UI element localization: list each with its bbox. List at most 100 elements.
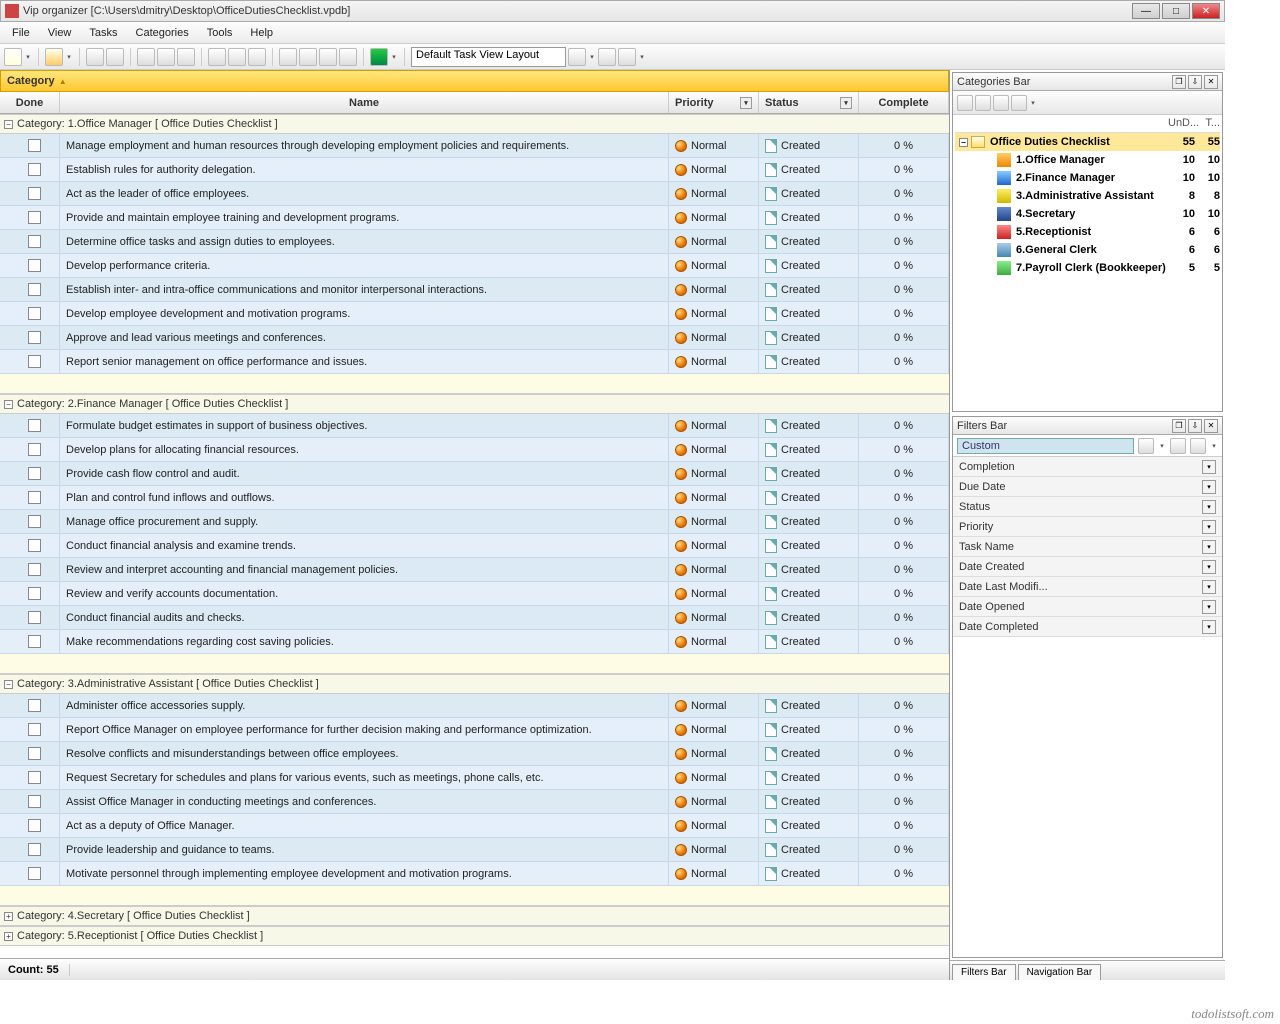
task-row[interactable]: Conduct financial audits and checks.Norm…: [0, 606, 949, 630]
panel-restore-icon[interactable]: ❐: [1172, 419, 1186, 433]
group-header[interactable]: +Category: 4.Secretary [ Office Duties C…: [0, 906, 949, 926]
dropdown-icon[interactable]: ▾: [1158, 437, 1166, 455]
task-row[interactable]: Approve and lead various meetings and co…: [0, 326, 949, 350]
tree-node[interactable]: 6.General Clerk66: [955, 241, 1220, 259]
toolbar-paste-icon[interactable]: [248, 48, 266, 66]
filter-dropdown-icon[interactable]: ▾: [840, 97, 852, 109]
column-status[interactable]: Status▾: [759, 92, 859, 113]
category-tree[interactable]: UnD...T...−Office Duties Checklist55551.…: [953, 115, 1222, 279]
done-checkbox[interactable]: [28, 187, 41, 200]
done-checkbox[interactable]: [28, 355, 41, 368]
task-row[interactable]: Provide leadership and guidance to teams…: [0, 838, 949, 862]
collapse-icon[interactable]: −: [4, 120, 13, 129]
done-checkbox[interactable]: [28, 699, 41, 712]
done-checkbox[interactable]: [28, 163, 41, 176]
task-row[interactable]: Provide and maintain employee training a…: [0, 206, 949, 230]
done-checkbox[interactable]: [28, 843, 41, 856]
column-name[interactable]: Name: [60, 92, 669, 113]
done-checkbox[interactable]: [28, 419, 41, 432]
done-checkbox[interactable]: [28, 235, 41, 248]
done-checkbox[interactable]: [28, 563, 41, 576]
done-checkbox[interactable]: [28, 515, 41, 528]
filter-dropdown-icon[interactable]: ▾: [1202, 580, 1216, 594]
done-checkbox[interactable]: [28, 771, 41, 784]
done-checkbox[interactable]: [28, 491, 41, 504]
collapse-icon[interactable]: −: [959, 138, 968, 147]
filter-row[interactable]: Task Name▾: [953, 537, 1222, 557]
dropdown-icon[interactable]: ▾: [390, 48, 398, 66]
group-header[interactable]: +Category: 5.Receptionist [ Office Dutie…: [0, 926, 949, 946]
toolbar-flag-icon[interactable]: [370, 48, 388, 66]
done-checkbox[interactable]: [28, 467, 41, 480]
toolbar-task-icon[interactable]: [137, 48, 155, 66]
collapse-icon[interactable]: −: [4, 680, 13, 689]
task-row[interactable]: Establish rules for authority delegation…: [0, 158, 949, 182]
collapse-icon[interactable]: −: [4, 400, 13, 409]
task-row[interactable]: Motivate personnel through implementing …: [0, 862, 949, 886]
filter-dropdown-icon[interactable]: ▾: [1202, 520, 1216, 534]
filter-row[interactable]: Date Opened▾: [953, 597, 1222, 617]
task-row[interactable]: Review and interpret accounting and fina…: [0, 558, 949, 582]
filter-dropdown-icon[interactable]: ▾: [1202, 540, 1216, 554]
category-group-header[interactable]: Category ▲: [0, 70, 949, 92]
panel-close-icon[interactable]: ✕: [1204, 75, 1218, 89]
dropdown-icon[interactable]: ▾: [588, 48, 596, 66]
grid-body[interactable]: −Category: 1.Office Manager [ Office Dut…: [0, 114, 949, 958]
task-row[interactable]: Develop employee development and motivat…: [0, 302, 949, 326]
menu-categories[interactable]: Categories: [128, 25, 197, 41]
task-row[interactable]: Resolve conflicts and misunderstandings …: [0, 742, 949, 766]
filter-dropdown-icon[interactable]: ▾: [1202, 620, 1216, 634]
filter-dropdown-icon[interactable]: ▾: [740, 97, 752, 109]
done-checkbox[interactable]: [28, 443, 41, 456]
done-checkbox[interactable]: [28, 587, 41, 600]
tree-node[interactable]: 7.Payroll Clerk (Bookkeeper)55: [955, 259, 1220, 277]
column-done[interactable]: Done: [0, 92, 60, 113]
tree-node[interactable]: 2.Finance Manager1010: [955, 169, 1220, 187]
task-row[interactable]: Manage office procurement and supply.Nor…: [0, 510, 949, 534]
task-row[interactable]: Develop performance criteria.NormalCreat…: [0, 254, 949, 278]
filter-row[interactable]: Date Last Modifi...▾: [953, 577, 1222, 597]
close-button[interactable]: ✕: [1192, 3, 1220, 19]
filter-dropdown-icon[interactable]: ▾: [1202, 600, 1216, 614]
done-checkbox[interactable]: [28, 747, 41, 760]
tree-node[interactable]: 1.Office Manager1010: [955, 151, 1220, 169]
filter-dropdown-icon[interactable]: ▾: [1202, 460, 1216, 474]
done-checkbox[interactable]: [28, 723, 41, 736]
dropdown-icon[interactable]: ▾: [24, 48, 32, 66]
toolbar-save-layout-icon[interactable]: [568, 48, 586, 66]
filter-dropdown-icon[interactable]: ▾: [1202, 500, 1216, 514]
menu-help[interactable]: Help: [242, 25, 281, 41]
done-checkbox[interactable]: [28, 819, 41, 832]
dropdown-icon[interactable]: ▾: [1029, 94, 1037, 112]
cat-edit-icon[interactable]: [975, 95, 991, 111]
group-header[interactable]: −Category: 1.Office Manager [ Office Dut…: [0, 114, 949, 134]
filter-row[interactable]: Completion▾: [953, 457, 1222, 477]
done-checkbox[interactable]: [28, 211, 41, 224]
filter-row[interactable]: Date Created▾: [953, 557, 1222, 577]
filter-row[interactable]: Priority▾: [953, 517, 1222, 537]
tree-node[interactable]: 4.Secretary1010: [955, 205, 1220, 223]
expand-icon[interactable]: +: [4, 912, 13, 921]
toolbar-export-icon[interactable]: [106, 48, 124, 66]
bottom-tab[interactable]: Navigation Bar: [1018, 964, 1102, 980]
column-priority[interactable]: Priority▾: [669, 92, 759, 113]
panel-pin-icon[interactable]: ⇩: [1188, 419, 1202, 433]
toolbar-cut-icon[interactable]: [208, 48, 226, 66]
menu-tasks[interactable]: Tasks: [81, 25, 125, 41]
cat-delete-icon[interactable]: [1011, 95, 1027, 111]
done-checkbox[interactable]: [28, 331, 41, 344]
toolbar-view4-icon[interactable]: [339, 48, 357, 66]
filter-preset-select[interactable]: Custom: [957, 438, 1134, 454]
expand-icon[interactable]: +: [4, 932, 13, 941]
done-checkbox[interactable]: [28, 283, 41, 296]
cat-new-icon[interactable]: [957, 95, 973, 111]
task-row[interactable]: Establish inter- and intra-office commun…: [0, 278, 949, 302]
panel-pin-icon[interactable]: ⇩: [1188, 75, 1202, 89]
toolbar-copy-icon[interactable]: [228, 48, 246, 66]
dropdown-icon[interactable]: ▾: [1210, 437, 1218, 455]
toolbar-folder-icon[interactable]: [45, 48, 63, 66]
task-row[interactable]: Develop plans for allocating financial r…: [0, 438, 949, 462]
task-row[interactable]: Assist Office Manager in conducting meet…: [0, 790, 949, 814]
filter-row[interactable]: Date Completed▾: [953, 617, 1222, 637]
task-row[interactable]: Report Office Manager on employee perfor…: [0, 718, 949, 742]
